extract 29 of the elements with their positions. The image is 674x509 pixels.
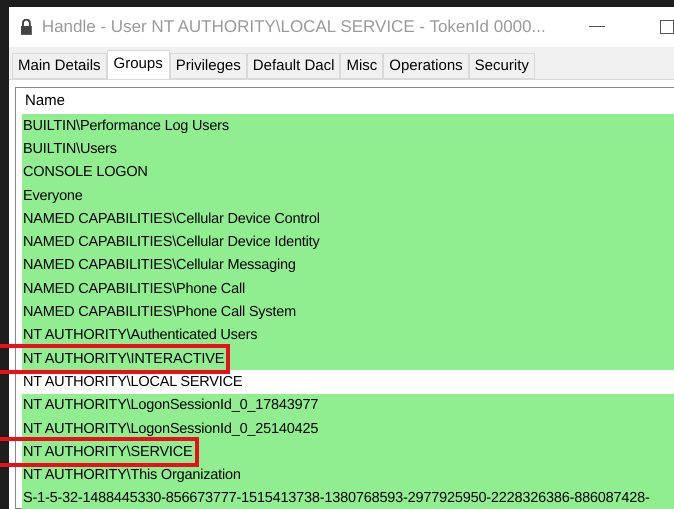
list-row[interactable]: NT AUTHORITY\INTERACTIVE [22, 350, 224, 367]
list-row[interactable]: S-1-5-32-1488445330-856673777-1515413738-1380768593-2977925950-2228326386-886087428- [22, 490, 650, 506]
list-row[interactable]: NT AUTHORITY\LogonSessionId_0_17843977 [22, 397, 318, 414]
column-header[interactable]: Name [22, 88, 674, 112]
list-row[interactable]: Everyone [22, 188, 83, 204]
tab[interactable]: Security [468, 53, 535, 79]
list-row[interactable]: NT AUTHORITY\Authenticated Users [22, 327, 258, 344]
tab[interactable]: Main Details [12, 53, 107, 79]
tab[interactable]: Misc [340, 53, 384, 79]
list-row[interactable]: NAMED CAPABILITIES\Cellular Device Identity [22, 234, 320, 250]
minimize-icon[interactable] [589, 26, 606, 28]
window-title: Handle - User NT AUTHORITY\LOCAL SERVICE - TokenId 0000... [42, 17, 547, 37]
lock-icon [21, 19, 32, 35]
list-row[interactable]: NT AUTHORITY\This Organization [22, 467, 241, 484]
tab[interactable]: Operations [383, 53, 469, 79]
tab[interactable]: Groups [106, 50, 170, 80]
list-row[interactable]: NT AUTHORITY\LogonSessionId_0_25140425 [22, 420, 318, 436]
tab[interactable]: Default Dacl [246, 53, 340, 79]
list-row[interactable]: NAMED CAPABILITIES\Cellular Messaging [22, 257, 296, 274]
list-row[interactable]: NAMED CAPABILITIES\Phone Call [22, 280, 245, 297]
list-row[interactable]: NT AUTHORITY\SERVICE [22, 444, 192, 460]
list-row[interactable]: CONSOLE LOGON [22, 164, 148, 180]
list-row[interactable]: NAMED CAPABILITIES\Phone Call System [22, 304, 296, 320]
list-row[interactable]: BUILTIN\Performance Log Users [22, 118, 229, 134]
list-row[interactable]: NT AUTHORITY\LOCAL SERVICE [22, 374, 242, 390]
list-row[interactable]: NAMED CAPABILITIES\Cellular Device Control [22, 210, 320, 227]
list-row[interactable]: BUILTIN\Users [22, 140, 117, 157]
tab[interactable]: Privileges [170, 53, 247, 79]
maximize-icon[interactable] [660, 20, 674, 34]
